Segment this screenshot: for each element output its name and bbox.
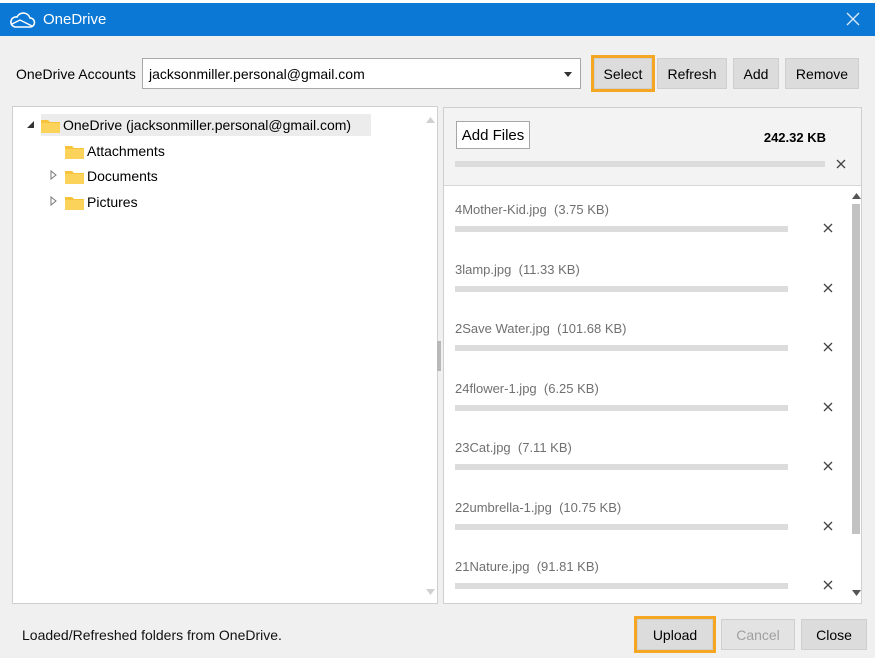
file-list-item: 24flower-1.jpg (6.25 KB)	[444, 381, 849, 437]
file-size: (11.33 KB)	[518, 261, 580, 277]
file-progress-bar	[455, 583, 788, 589]
remove-file-icon[interactable]	[821, 281, 835, 295]
tree-item-label: OneDrive (jacksonmiller.personal@gmail.c…	[63, 117, 352, 133]
folder-icon	[65, 145, 84, 159]
folder-icon	[41, 119, 60, 133]
clear-all-icon[interactable]	[834, 157, 848, 171]
accounts-dropdown-value: jacksonmiller.personal@gmail.com	[149, 66, 365, 82]
file-name: 23Cat.jpg	[455, 440, 511, 455]
select-button[interactable]: Select	[591, 55, 655, 92]
file-progress-bar	[455, 404, 788, 411]
onedrive-dialog: OneDrive OneDrive Accounts jacksonmiller…	[0, 3, 875, 658]
tree-item-root[interactable]: OneDrive (jacksonmiller.personal@gmail.c…	[41, 114, 371, 136]
file-list-item: 23Cat.jpg (7.11 KB)	[444, 440, 849, 496]
folder-icon	[65, 170, 84, 184]
file-size: (6.25 KB)	[543, 380, 599, 396]
file-size: (10.75 KB)	[559, 499, 622, 515]
tree-item-attachments[interactable]: Attachments	[65, 140, 165, 162]
accounts-dropdown[interactable]: jacksonmiller.personal@gmail.com	[142, 58, 581, 89]
file-name-label: 3lamp.jpg (11.33 KB)	[455, 262, 580, 277]
expanded-triangle-icon[interactable]	[26, 121, 35, 129]
scroll-down-icon[interactable]	[851, 590, 862, 597]
close-icon[interactable]	[841, 7, 865, 31]
scrollbar-thumb[interactable]	[852, 204, 860, 534]
remove-file-icon[interactable]	[821, 340, 835, 354]
file-name-label: 22umbrella-1.jpg (10.75 KB)	[455, 500, 621, 515]
file-name: 3lamp.jpg	[455, 261, 512, 277]
upload-panel-header: Add Files 242.32 KB	[444, 108, 861, 186]
file-list-item: 21Nature.jpg (91.81 KB)	[444, 559, 849, 603]
add-files-button[interactable]: Add Files	[456, 121, 530, 149]
file-list-item: 2Save Water.jpg (101.68 KB)	[444, 321, 849, 377]
file-name: 4Mother-Kid.jpg	[455, 202, 547, 217]
file-size: (91.81 KB)	[536, 559, 599, 574]
tree-item-label: Documents	[87, 168, 158, 184]
tree-item-label: Attachments	[87, 143, 165, 159]
upload-panel: Add Files 242.32 KB 4Mother-Kid.jpg (3.7…	[443, 107, 862, 604]
file-name-label: 4Mother-Kid.jpg (3.75 KB)	[455, 202, 609, 217]
file-size: (7.11 KB)	[517, 440, 572, 455]
file-progress-bar	[455, 285, 788, 292]
file-name: 22umbrella-1.jpg	[455, 499, 552, 515]
remove-file-icon[interactable]	[821, 578, 835, 592]
chevron-down-icon[interactable]	[564, 72, 572, 77]
close-button[interactable]: Close	[801, 619, 867, 650]
file-list-item: 22umbrella-1.jpg (10.75 KB)	[444, 500, 849, 556]
folder-tree[interactable]: OneDrive (jacksonmiller.personal@gmail.c…	[12, 106, 438, 604]
file-name: 24flower-1.jpg	[455, 380, 537, 396]
remove-account-button[interactable]: Remove	[785, 58, 859, 89]
title-bar: OneDrive	[0, 3, 875, 36]
remove-file-icon[interactable]	[821, 459, 835, 473]
tree-item-pictures[interactable]: Pictures	[65, 191, 138, 213]
cancel-button[interactable]: Cancel	[721, 619, 795, 650]
file-size: (101.68 KB)	[557, 321, 627, 336]
accounts-label: OneDrive Accounts	[16, 66, 136, 82]
collapsed-triangle-icon[interactable]	[50, 170, 57, 180]
upload-button[interactable]: Upload	[634, 616, 716, 653]
file-progress-bar	[455, 464, 788, 470]
add-account-button[interactable]: Add	[733, 58, 779, 89]
file-name-label: 23Cat.jpg (7.11 KB)	[455, 440, 572, 455]
splitter-handle[interactable]	[437, 341, 441, 371]
status-message: Loaded/Refreshed folders from OneDrive.	[22, 627, 282, 643]
total-progress-bar	[455, 161, 825, 167]
folder-icon	[65, 196, 84, 210]
file-list-scrollbar[interactable]	[850, 188, 862, 603]
file-progress-bar	[455, 523, 788, 530]
file-name-label: 24flower-1.jpg (6.25 KB)	[455, 381, 599, 396]
file-list-item: 3lamp.jpg (11.33 KB)	[444, 262, 849, 318]
remove-file-icon[interactable]	[821, 519, 835, 533]
file-size: (3.75 KB)	[554, 202, 609, 217]
file-name-label: 2Save Water.jpg (101.68 KB)	[455, 321, 627, 336]
file-progress-bar	[455, 226, 788, 232]
file-name: 21Nature.jpg	[455, 559, 530, 574]
remove-file-icon[interactable]	[821, 400, 835, 414]
tree-item-documents[interactable]: Documents	[65, 165, 158, 187]
file-list-item: 4Mother-Kid.jpg (3.75 KB)	[444, 202, 849, 258]
refresh-button[interactable]: Refresh	[657, 58, 727, 89]
cloud-icon	[10, 12, 36, 28]
scroll-up-icon[interactable]	[426, 117, 435, 123]
window-title: OneDrive	[43, 11, 107, 28]
tree-item-label: Pictures	[87, 194, 138, 210]
file-progress-bar	[455, 345, 788, 351]
scroll-up-icon[interactable]	[851, 192, 862, 199]
remove-file-icon[interactable]	[821, 221, 835, 235]
file-name-label: 21Nature.jpg (91.81 KB)	[455, 559, 599, 574]
collapsed-triangle-icon[interactable]	[50, 196, 57, 206]
file-name: 2Save Water.jpg	[455, 321, 550, 336]
total-size-label: 242.32 KB	[763, 130, 826, 145]
scroll-down-icon[interactable]	[426, 589, 435, 595]
